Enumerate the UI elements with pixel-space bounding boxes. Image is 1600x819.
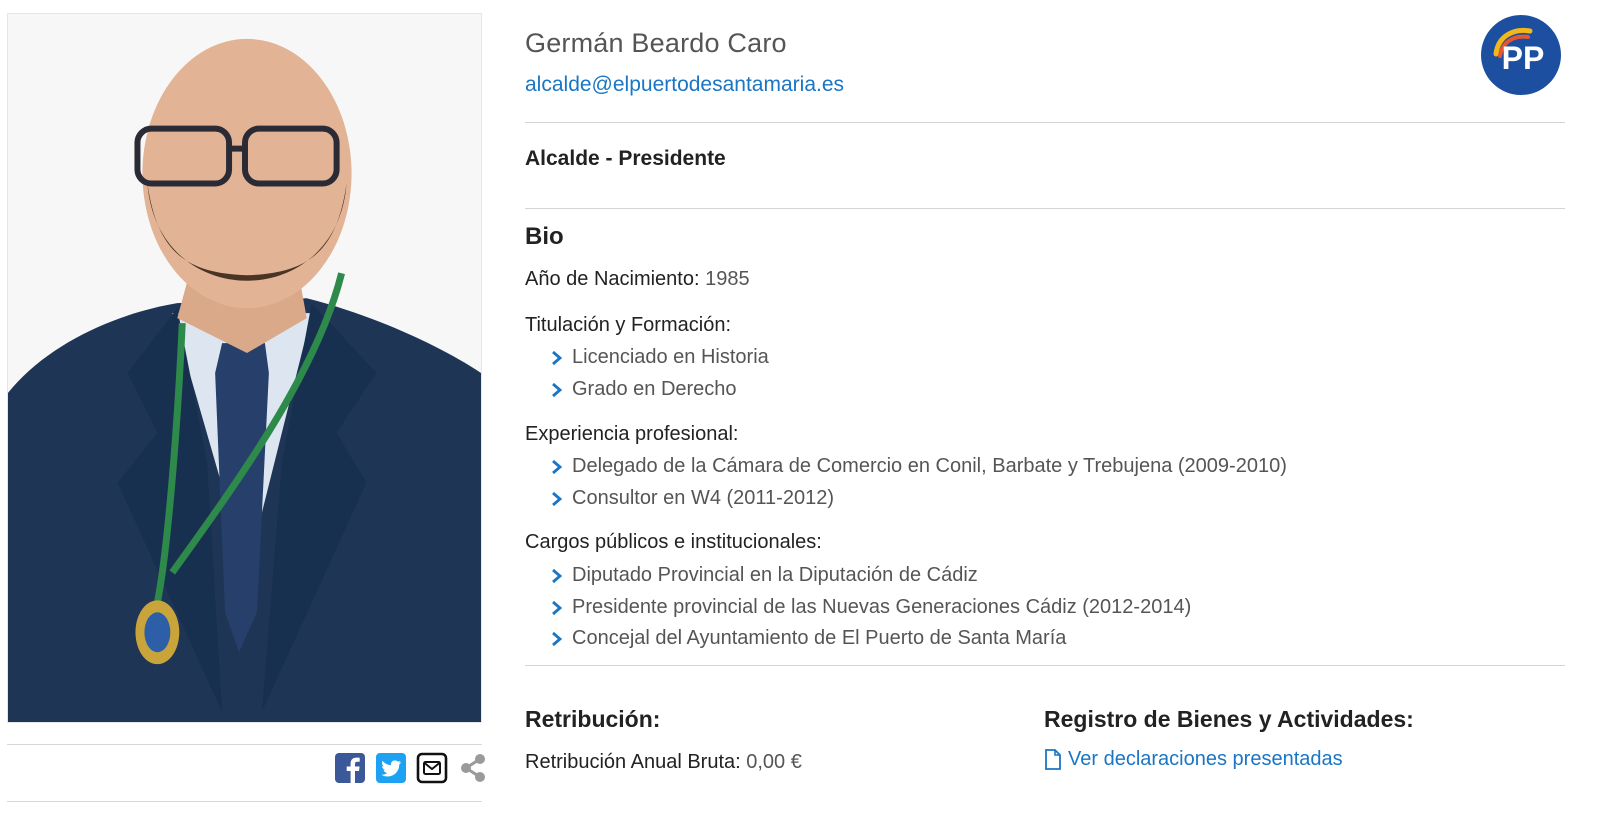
- list-item-text: Consultor en W4 (2011-2012): [572, 487, 834, 509]
- list-item: Consultor en W4 (2011-2012): [550, 487, 834, 510]
- share-bar: [334, 752, 489, 784]
- divider: [7, 801, 482, 802]
- list-item: Grado en Derecho: [550, 378, 737, 401]
- chevron-right-icon: [550, 600, 563, 616]
- list-item: Delegado de la Cámara de Comercio en Con…: [550, 455, 1287, 478]
- declarations-link-text: Ver declaraciones presentadas: [1068, 748, 1343, 770]
- declarations-link[interactable]: Ver declaraciones presentadas: [1044, 748, 1343, 771]
- list-item-text: Licenciado en Historia: [572, 346, 769, 368]
- retribution-label: Retribución Anual Bruta:: [525, 751, 741, 773]
- experience-label: Experiencia profesional:: [525, 423, 739, 445]
- person-name: Germán Beardo Caro: [525, 28, 787, 58]
- list-item: Diputado Provincial en la Diputación de …: [550, 564, 978, 587]
- list-item: Licenciado en Historia: [550, 346, 769, 369]
- birth-year-line: Año de Nacimiento: 1985: [525, 268, 750, 291]
- list-item-text: Diputado Provincial en la Diputación de …: [572, 564, 978, 586]
- list-item-text: Presidente provincial de las Nuevas Gene…: [572, 596, 1192, 618]
- chevron-right-icon: [550, 459, 563, 475]
- share-icon[interactable]: [457, 752, 489, 784]
- portrait-photo: [7, 13, 482, 723]
- role-title: Alcalde - Presidente: [525, 147, 726, 170]
- email-link[interactable]: alcalde@elpuertodesantamaria.es: [525, 73, 844, 97]
- list-item-text: Concejal del Ayuntamiento de El Puerto d…: [572, 627, 1067, 649]
- birth-year-label: Año de Nacimiento:: [525, 268, 700, 290]
- retribution-value: 0,00 €: [746, 751, 802, 773]
- divider: [525, 665, 1565, 666]
- positions-label: Cargos públicos e institucionales:: [525, 531, 822, 553]
- facebook-icon[interactable]: [334, 752, 366, 784]
- divider: [525, 208, 1565, 209]
- twitter-icon[interactable]: [375, 752, 407, 784]
- list-item: Concejal del Ayuntamiento de El Puerto d…: [550, 627, 1066, 650]
- chevron-right-icon: [550, 382, 563, 398]
- divider: [525, 122, 1565, 123]
- retribution-line: Retribución Anual Bruta: 0,00 €: [525, 751, 802, 774]
- birth-year-value: 1985: [705, 268, 750, 290]
- chevron-right-icon: [550, 491, 563, 507]
- party-logo: PP: [1480, 14, 1562, 96]
- list-item: Presidente provincial de las Nuevas Gene…: [550, 596, 1191, 619]
- divider: [7, 744, 482, 745]
- chevron-right-icon: [550, 631, 563, 647]
- bio-heading: Bio: [525, 223, 564, 250]
- registry-heading: Registro de Bienes y Actividades:: [1044, 706, 1414, 732]
- list-item-text: Delegado de la Cámara de Comercio en Con…: [572, 455, 1287, 477]
- chevron-right-icon: [550, 568, 563, 584]
- portrait-illustration: [8, 14, 481, 722]
- education-label: Titulación y Formación:: [525, 314, 731, 336]
- retribution-heading: Retribución:: [525, 706, 661, 732]
- document-icon: [1045, 749, 1061, 770]
- chevron-right-icon: [550, 350, 563, 366]
- list-item-text: Grado en Derecho: [572, 378, 737, 400]
- email-icon[interactable]: [416, 752, 448, 784]
- party-logo-text: PP: [1502, 40, 1545, 76]
